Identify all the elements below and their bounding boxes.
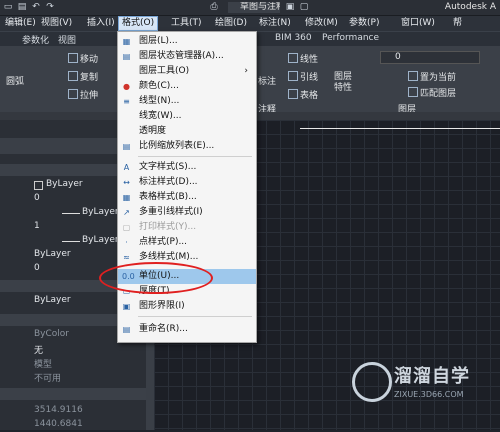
move-button[interactable]: 移动 <box>68 52 98 65</box>
menu-item-layer-tools[interactable]: 图层工具(O) › <box>118 64 256 79</box>
menu-help[interactable]: 帮 <box>450 17 465 30</box>
menu-item-dim-style[interactable]: ↔ 标注样式(D)... <box>118 175 256 190</box>
menu-draw[interactable]: 绘图(D) <box>212 17 250 30</box>
dimension-label[interactable]: 标注 <box>258 74 276 87</box>
color-icon: ● <box>123 82 130 91</box>
save-icon[interactable]: ▣ <box>284 2 296 13</box>
linear-dim-button[interactable]: 线性 <box>288 52 318 65</box>
menu-item-linetype[interactable]: ≡ 线型(N)... <box>118 94 256 109</box>
redo-icon[interactable]: ↷ <box>44 2 56 13</box>
dim-style-icon: ↔ <box>123 178 130 187</box>
table-icon <box>288 89 298 99</box>
new-icon[interactable]: ▭ <box>2 2 14 13</box>
mline-style-icon: ≈ <box>123 253 130 262</box>
mleader-style-icon: ↗ <box>123 208 130 217</box>
menu-item-table-style[interactable]: ▦ 表格样式(B)... <box>118 190 256 205</box>
leader-button[interactable]: 引线 <box>288 70 318 83</box>
stretch-button[interactable]: 拉伸 <box>68 88 98 101</box>
match-layer-icon <box>408 87 418 97</box>
menu-separator <box>138 156 252 157</box>
title-bar: ▭ ▤ ↶ ↷ ⎙ 草图与注释 ▣ ▢ Autodesk A <box>0 0 500 16</box>
limits-icon: ▣ <box>122 302 131 311</box>
workspace-switcher[interactable]: 草图与注释 <box>228 2 280 13</box>
menu-edit[interactable]: 编辑(E) <box>2 17 39 30</box>
match-layer-button[interactable]: 匹配图层 <box>408 86 456 99</box>
menu-parametric[interactable]: 参数(P) <box>346 17 382 30</box>
table-style-icon: ▦ <box>122 193 131 202</box>
prop-center-x: 3514.9116 <box>34 405 83 415</box>
open-icon[interactable]: ▤ <box>16 2 28 13</box>
undo-icon[interactable]: ↶ <box>30 2 42 13</box>
print-icon[interactable]: ⎙ <box>208 2 220 13</box>
copy-button[interactable]: 复制 <box>68 70 98 83</box>
tab-bim360[interactable]: BIM 360 <box>275 33 312 43</box>
menu-format[interactable]: 格式(O) <box>118 16 159 31</box>
properties-section-view[interactable] <box>0 388 146 400</box>
submenu-arrow-icon: › <box>244 66 248 76</box>
layer-icon: ▦ <box>122 37 131 46</box>
plot-style-icon: ▢ <box>122 223 131 232</box>
tab-performance[interactable]: Performance <box>322 33 379 43</box>
circle-arc-label[interactable]: 圆弧 <box>6 74 24 87</box>
point-style-icon: · <box>125 238 128 247</box>
highlight-ellipse <box>99 262 213 294</box>
app-title: Autodesk A <box>444 2 496 12</box>
prop-plot-type: 不可用 <box>34 374 62 384</box>
menu-item-color[interactable]: ● 颜色(C)... <box>118 79 256 94</box>
prop-plot-table[interactable]: 无 <box>0 342 146 356</box>
menu-item-lineweight[interactable]: 线宽(W)... <box>118 109 256 124</box>
text-style-icon: A <box>123 163 130 172</box>
menu-item-rename[interactable]: ▤ 重命名(R)... <box>118 322 256 337</box>
linear-icon <box>288 53 298 63</box>
tab-parametric[interactable]: 参数化 <box>22 33 49 46</box>
layer-properties-button[interactable]: 图层 特性 <box>334 72 352 94</box>
menu-dimension[interactable]: 标注(N) <box>256 17 294 30</box>
menu-item-layer-state[interactable]: ▤ 图层状态管理器(A)... <box>118 49 256 64</box>
menu-window[interactable]: 窗口(W) <box>398 17 438 30</box>
menu-item-mleader-style[interactable]: ↗ 多重引线样式(I) <box>118 205 256 220</box>
menu-separator-2 <box>138 316 252 317</box>
menu-item-text-style[interactable]: A 文字样式(S)... <box>118 160 256 175</box>
menu-insert[interactable]: 插入(I) <box>84 17 118 30</box>
menu-bar: 编辑(E) 视图(V) 插入(I) 格式(O) 工具(T) 绘图(D) 标注(N… <box>0 16 500 32</box>
watermark-logo-icon <box>352 362 392 402</box>
tab-view[interactable]: 视图 <box>58 33 76 46</box>
copy-icon <box>68 71 78 81</box>
layer-tools-icon <box>122 67 131 76</box>
leader-icon <box>288 71 298 81</box>
watermark-url: ZIXUE.3D66.COM <box>394 390 464 399</box>
menu-item-layer[interactable]: ▦ 图层(L)... <box>118 34 256 49</box>
menu-item-limits[interactable]: ▣ 图形界限(I) <box>118 299 256 314</box>
layer-state-icon: ▤ <box>122 52 131 61</box>
prop-plot-attached: 模型 <box>34 360 53 370</box>
transparency-icon <box>122 127 131 136</box>
make-current-button[interactable]: 置为当前 <box>408 70 456 83</box>
menu-modify[interactable]: 修改(M) <box>302 17 341 30</box>
layer-combo[interactable]: 0 <box>380 51 480 64</box>
menu-item-scale-list[interactable]: ▤ 比例缩放列表(E)... <box>118 139 256 154</box>
save-as-icon[interactable]: ▢ <box>298 2 310 13</box>
lineweight-icon <box>122 112 131 121</box>
rename-icon: ▤ <box>122 325 131 334</box>
linetype-icon: ≡ <box>123 97 130 106</box>
menu-view[interactable]: 视图(V) <box>38 17 75 30</box>
menu-item-point-style[interactable]: · 点样式(P)... <box>118 235 256 250</box>
menu-tools[interactable]: 工具(T) <box>168 17 205 30</box>
table-button[interactable]: 表格 <box>288 88 318 101</box>
make-current-icon <box>408 71 418 81</box>
drawn-line[interactable] <box>300 128 500 129</box>
menu-item-transparency[interactable]: 透明度 <box>118 124 256 139</box>
format-menu: ▦ 图层(L)... ▤ 图层状态管理器(A)... 图层工具(O) › ● 颜色(C)… <box>117 31 257 343</box>
scale-list-icon: ▤ <box>122 142 131 151</box>
menu-item-plot-style: ▢ 打印样式(Y)... <box>122 222 197 232</box>
watermark: 溜溜自学 ZIXUE.3D66.COM <box>352 360 492 416</box>
watermark-title: 溜溜自学 <box>394 366 470 387</box>
stretch-icon <box>68 89 78 99</box>
move-icon <box>68 53 78 63</box>
